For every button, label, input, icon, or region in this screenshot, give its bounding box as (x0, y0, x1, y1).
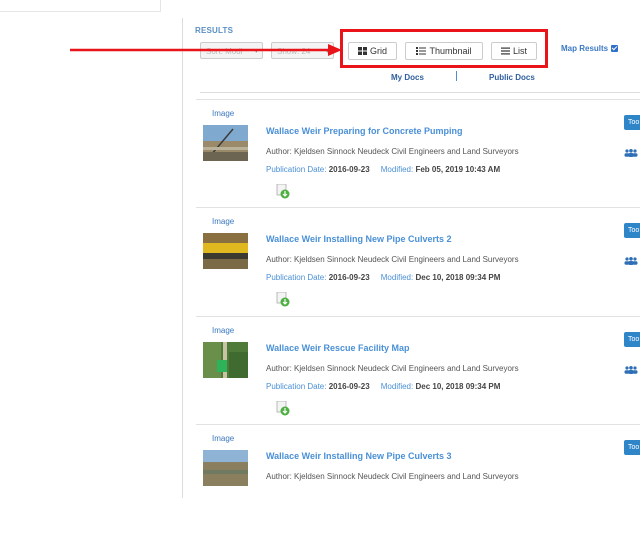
result-card: Image Wallace Weir Installing New Pipe C… (196, 207, 640, 316)
result-thumbnail[interactable] (203, 342, 248, 378)
group-icon[interactable] (624, 257, 638, 265)
result-dates: Publication Date: 2016-09-23 Modified: D… (266, 273, 500, 282)
result-type: Image (212, 326, 235, 335)
publication-date-value: 2016-09-23 (328, 165, 370, 174)
result-dates: Publication Date: 2016-09-23 Modified: D… (266, 382, 500, 391)
publication-date-value: 2016-09-23 (328, 382, 370, 391)
modified-value: Feb 05, 2019 10:43 AM (415, 165, 501, 174)
tool-button[interactable]: Too (624, 223, 640, 238)
modified-label: Modified: (380, 165, 414, 174)
modified-value: Dec 10, 2018 09:34 PM (415, 382, 501, 391)
result-title[interactable]: Wallace Weir Preparing for Concrete Pump… (266, 126, 463, 136)
publication-date-label: Publication Date: (266, 382, 327, 391)
publication-date-label: Publication Date: (266, 273, 327, 282)
result-author: Author: Kjeldsen Sinnock Neudeck Civil E… (266, 364, 519, 373)
result-type: Image (212, 109, 235, 118)
result-card: Image Wallace Weir Installing New Pipe C… (196, 424, 640, 533)
publication-date-label: Publication Date: (266, 165, 327, 174)
tab-my-docs[interactable]: My Docs (391, 73, 424, 82)
result-title[interactable]: Wallace Weir Installing New Pipe Culvert… (266, 234, 452, 244)
modified-label: Modified: (380, 382, 414, 391)
tab-divider (456, 71, 457, 81)
modified-label: Modified: (380, 273, 414, 282)
annotation-highlight-box (340, 29, 548, 68)
result-thumbnail[interactable] (203, 450, 248, 486)
left-panel (0, 0, 161, 12)
tab-public-docs[interactable]: Public Docs (489, 73, 535, 82)
tool-button[interactable]: Too (624, 115, 640, 130)
result-thumbnail[interactable] (203, 233, 248, 269)
result-type: Image (212, 434, 235, 443)
group-icon[interactable] (624, 366, 638, 374)
result-card: Image Wallace Weir Rescue Facility Map A… (196, 316, 640, 425)
map-results-toggle[interactable]: Map Results (561, 44, 619, 53)
group-icon[interactable] (624, 149, 638, 157)
result-title[interactable]: Wallace Weir Installing New Pipe Culvert… (266, 451, 452, 461)
result-author: Author: Kjeldsen Sinnock Neudeck Civil E… (266, 147, 519, 156)
results-divider (200, 92, 640, 93)
result-author: Author: Kjeldsen Sinnock Neudeck Civil E… (266, 255, 519, 264)
result-title[interactable]: Wallace Weir Rescue Facility Map (266, 343, 410, 353)
tool-button[interactable]: Too (624, 332, 640, 347)
result-card: Image Wallace Weir Preparing for Concret… (196, 99, 640, 208)
map-results-label: Map Results (561, 44, 609, 53)
publication-date-value: 2016-09-23 (328, 273, 370, 282)
modified-value: Dec 10, 2018 09:34 PM (415, 273, 501, 282)
results-heading: RESULTS (195, 26, 234, 35)
tool-button[interactable]: Too (624, 440, 640, 455)
result-type: Image (212, 217, 235, 226)
download-icon[interactable] (276, 401, 290, 416)
download-icon[interactable] (276, 292, 290, 307)
result-dates: Publication Date: 2016-09-23 Modified: F… (266, 165, 500, 174)
result-thumbnail[interactable] (203, 125, 248, 161)
download-icon[interactable] (276, 184, 290, 199)
map-results-checkbox[interactable] (611, 45, 619, 52)
annotation-arrow (70, 44, 342, 56)
